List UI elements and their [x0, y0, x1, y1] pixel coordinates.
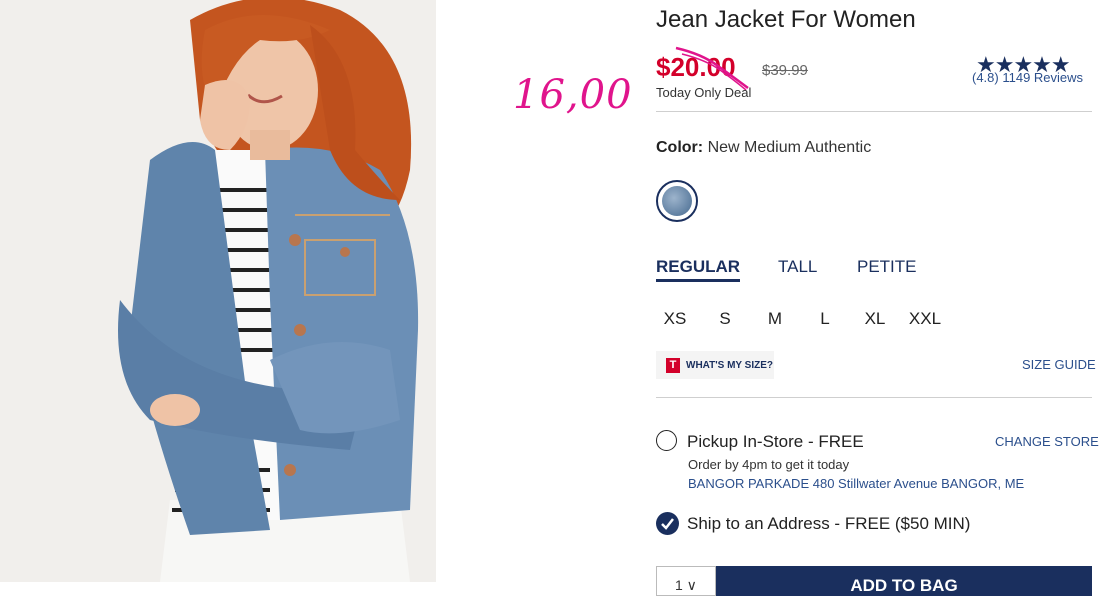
size-option-xxl[interactable]: XXL — [905, 309, 945, 329]
original-price: $39.99 — [762, 62, 808, 79]
denim-swatch-icon — [662, 186, 692, 216]
handwritten-price-annotation: 16,00 — [513, 72, 633, 118]
true-fit-logo-icon: T — [666, 357, 680, 373]
size-option-m[interactable]: M — [755, 309, 795, 329]
pickup-radio[interactable] — [656, 430, 677, 451]
size-guide-link[interactable]: SIZE GUIDE — [1022, 357, 1096, 372]
whats-my-size-label: WHAT'S MY SIZE? — [686, 359, 774, 371]
divider — [656, 397, 1092, 398]
store-address-link[interactable]: BANGOR PARKADE 480 Stillwater Avenue BAN… — [688, 476, 1024, 491]
product-image[interactable] — [0, 0, 436, 582]
size-option-l[interactable]: L — [805, 309, 845, 329]
add-to-bag-button[interactable]: ADD TO BAG — [716, 566, 1092, 596]
color-label: Color: New Medium Authentic — [656, 139, 871, 157]
quantity-select[interactable]: 1 ∨ — [656, 566, 716, 596]
tab-regular[interactable]: REGULAR — [656, 257, 741, 282]
tab-petite[interactable]: PETITE — [857, 257, 917, 277]
color-value: New Medium Authentic — [707, 139, 872, 156]
checkmark-icon — [661, 518, 674, 530]
ship-radio-checked[interactable] — [656, 512, 679, 535]
whats-my-size-button[interactable]: T WHAT'S MY SIZE? — [656, 351, 774, 379]
change-store-link[interactable]: CHANGE STORE — [995, 434, 1099, 449]
size-option-xl[interactable]: XL — [855, 309, 895, 329]
color-swatch-selected[interactable] — [656, 180, 698, 222]
order-by-text: Order by 4pm to get it today — [688, 457, 850, 472]
deal-label: Today Only Deal — [656, 85, 752, 100]
tab-tall[interactable]: TALL — [778, 257, 817, 277]
reviews-link[interactable]: (4.8) 1149 Reviews — [972, 70, 1083, 85]
model-wearing-jean-jacket-illustration — [0, 0, 436, 582]
divider — [656, 111, 1092, 112]
pickup-label[interactable]: Pickup In-Store - FREE — [687, 432, 864, 452]
product-title: Jean Jacket For Women — [656, 6, 916, 33]
size-option-xs[interactable]: XS — [655, 309, 695, 329]
size-option-s[interactable]: S — [705, 309, 745, 329]
ship-label[interactable]: Ship to an Address - FREE ($50 MIN) — [687, 514, 970, 534]
color-label-key: Color: — [656, 139, 704, 156]
